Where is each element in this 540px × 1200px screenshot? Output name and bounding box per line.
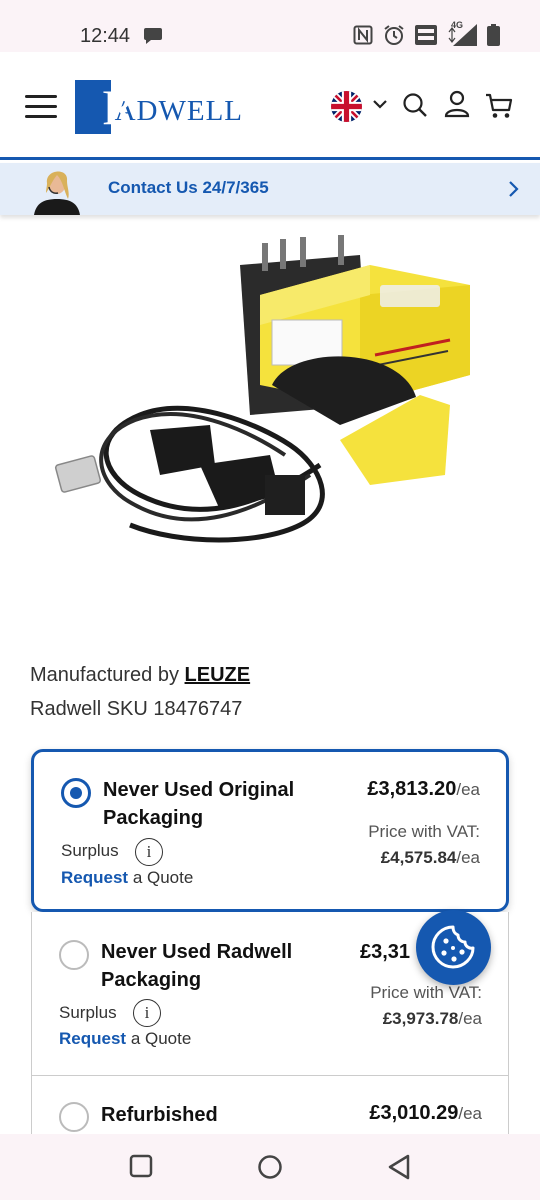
vat-price-value: £3,973.78 [382,1009,459,1028]
info-icon[interactable]: i [135,838,163,866]
request-quote[interactable]: Request a Quote [59,1029,191,1049]
search-icon[interactable] [402,92,428,118]
vat-price-unit: /ea [458,1009,482,1028]
vat-label: Price with VAT: [370,983,482,1002]
chevron-down-icon[interactable] [372,98,388,110]
vat-price: £4,575.84/ea [381,848,480,868]
option-title: Refurbished [101,1104,218,1126]
vat-label: Price with VAT: [368,822,480,841]
chevron-right-icon[interactable] [508,180,520,198]
option-title: Never Used Radwell Packaging [101,941,293,991]
option-price: £3,813.20/ea [367,778,480,801]
contact-label: Contact Us 24/7/365 [108,178,269,198]
cart-icon[interactable] [485,92,513,120]
vat-price-value: £4,575.84 [380,848,457,867]
radio-unselected[interactable] [59,1102,89,1132]
system-nav-bar [0,1134,540,1200]
option-condition: Surplus [59,1003,117,1022]
option-price: £3,010.29/ea [369,1102,482,1125]
option-condition: Surplus [61,841,119,860]
radio-unselected[interactable] [59,940,89,970]
request-link[interactable]: Request [59,1029,126,1048]
site-header: R ADWELL [0,52,540,160]
logo-initial: R [102,79,136,135]
manufacturer-link[interactable]: LEUZE [185,664,251,686]
contact-hours: 24/7/365 [202,178,269,197]
status-icons: 4G [353,20,500,46]
quote-label: a Quote [130,1029,192,1048]
product-image[interactable] [40,225,510,595]
support-agent-icon [34,171,80,215]
request-quote[interactable]: Request a Quote [61,868,193,888]
back-icon[interactable] [387,1154,411,1180]
account-icon[interactable] [444,90,470,118]
battery-icon [487,24,500,46]
status-bar: 12:44 4G [0,0,540,52]
alarm-icon [384,25,404,45]
price-value: £3,813.20 [367,778,457,800]
request-link[interactable]: Request [61,868,128,887]
sku-label: Radwell SKU [30,698,148,720]
vat-price: £3,973.78/ea [383,1009,482,1029]
logo-box: R [75,80,135,134]
contact-bar[interactable]: Contact Us 24/7/365 [0,163,540,215]
condition-option[interactable]: Refurbished £3,010.29/ea [31,1076,509,1136]
vat-price-unit: /ea [456,848,480,867]
price-unit: /ea [456,780,480,799]
quote-label: a Quote [132,868,194,887]
cookie-settings-button[interactable] [416,910,491,985]
contact-us-text: Contact Us [108,178,198,197]
status-time: 12:44 [80,25,131,47]
option-price: £3,31 [360,941,411,963]
home-icon[interactable] [257,1154,283,1180]
condition-option-selected[interactable]: Never Used Original Packaging Surplus i … [31,749,509,912]
cookie-icon [431,925,475,969]
radwell-logo[interactable]: R ADWELL [75,80,243,134]
option-title: Never Used Original Packaging [103,779,295,829]
chat-icon [144,28,162,44]
manufacturer-line: Manufactured by LEUZE [30,664,250,687]
manufactured-by-label: Manufactured by [30,664,179,686]
price-value: £3,010.29 [369,1102,459,1124]
menu-icon[interactable] [25,95,57,119]
radio-selected[interactable] [61,778,91,808]
nfc-icon [353,25,373,45]
uk-flag-icon[interactable] [331,91,362,122]
sku-value: 18476747 [153,698,243,720]
signal-icon: 4G [447,20,477,46]
recents-icon[interactable] [129,1154,153,1178]
price-unit: /ea [458,1104,482,1123]
info-icon[interactable]: i [133,999,161,1027]
sku-line: Radwell SKU 18476747 [30,698,242,721]
volte-icon [415,25,437,45]
